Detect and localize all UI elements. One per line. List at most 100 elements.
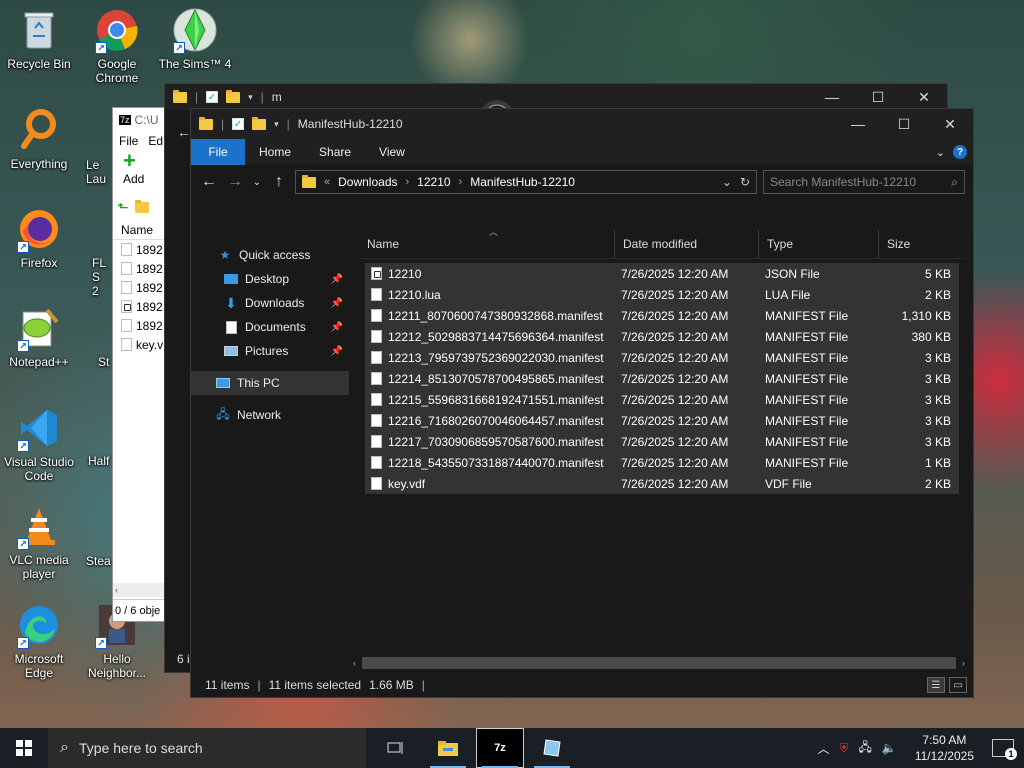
sevenzip-hscrollbar[interactable]: ‹ <box>113 583 165 597</box>
sevenzip-column-name[interactable]: Name <box>113 220 165 240</box>
table-row[interactable]: 12216_7168026070046064457.manifest 7/26/… <box>365 410 959 431</box>
refresh-icon[interactable]: ↻ <box>740 175 750 189</box>
table-row[interactable]: 12210.lua 7/26/2025 12:20 AM LUA File 2 … <box>365 284 959 305</box>
sevenzip-menu-file[interactable]: File <box>119 134 138 148</box>
forward-button[interactable]: → <box>225 173 245 191</box>
column-date-modified[interactable]: Date modified <box>615 229 759 258</box>
breadcrumb-separator-icon[interactable]: › <box>406 176 410 188</box>
help-icon[interactable]: ? <box>953 145 967 159</box>
address-dropdown-icon[interactable]: ⌄ <box>722 175 732 189</box>
up-folder-icon[interactable]: ⬑ <box>117 199 129 216</box>
new-folder-icon[interactable] <box>252 116 267 130</box>
nav-network[interactable]: 🖧 Network <box>191 403 349 427</box>
breadcrumb-current[interactable]: ManifestHub-12210 <box>470 175 575 189</box>
clock[interactable]: 7:50 AM 11/12/2025 <box>915 732 974 764</box>
scroll-left-icon[interactable]: ‹ <box>353 658 356 668</box>
list-item[interactable]: 1892 <box>113 297 165 316</box>
desktop-icon-recycle-bin[interactable]: Recycle Bin <box>0 6 78 71</box>
taskbar-search[interactable]: ⌕ Type here to search <box>48 728 366 768</box>
nav-quick-access[interactable]: ★ Quick access <box>191 243 349 267</box>
desktop-icon-firefox[interactable]: ↗ Firefox <box>0 205 78 270</box>
tab-view[interactable]: View <box>365 139 419 165</box>
scroll-right-icon[interactable]: › <box>962 658 965 668</box>
list-item[interactable]: 1892 <box>113 259 165 278</box>
sevenzip-add-button[interactable]: + Add <box>113 150 165 194</box>
chevron-down-icon[interactable]: ▾ <box>274 119 279 130</box>
desktop-icon-everything[interactable]: Everything <box>0 106 78 171</box>
nav-downloads[interactable]: ⬇ Downloads 📌 <box>191 291 349 315</box>
explorer-window[interactable]: | ✓ ▾ | ManifestHub-12210 — ☐ ✕ File Hom… <box>190 108 974 698</box>
column-size[interactable]: Size <box>879 229 959 258</box>
desktop-icon-chrome[interactable]: ↗ Google Chrome <box>78 6 156 85</box>
desktop-icon-sims[interactable]: ↗ The Sims™ 4 <box>156 6 234 71</box>
desktop-icon-vscode[interactable]: ↗ Visual Studio Code <box>0 404 78 483</box>
breadcrumb-12210[interactable]: 12210 <box>417 175 450 189</box>
table-row[interactable]: 12210 7/26/2025 12:20 AM JSON File 5 KB <box>365 263 959 284</box>
tab-file[interactable]: File <box>191 139 245 165</box>
nav-pictures[interactable]: Pictures 📌 <box>191 339 349 363</box>
start-button[interactable] <box>0 728 48 768</box>
tab-home[interactable]: Home <box>245 139 305 165</box>
nav-desktop[interactable]: Desktop 📌 <box>191 267 349 291</box>
table-row[interactable]: 12212_5029883714475696364.manifest 7/26/… <box>365 326 959 347</box>
tab-share[interactable]: Share <box>305 139 365 165</box>
nav-this-pc[interactable]: This PC <box>191 371 349 395</box>
pin-icon[interactable]: 📌 <box>331 346 343 357</box>
network-status-icon[interactable]: 🖧 <box>858 738 871 759</box>
list-item[interactable]: key.v <box>113 335 165 354</box>
show-hidden-icons-icon[interactable]: ︿ <box>817 740 829 757</box>
details-view-icon[interactable]: ☰ <box>927 677 945 693</box>
minimize-button[interactable]: — <box>835 109 881 139</box>
desktop-icon-notepadpp[interactable]: ↗ Notepad++ <box>0 304 78 369</box>
pin-icon[interactable]: 📌 <box>331 322 343 333</box>
column-name[interactable]: Name <box>359 229 615 258</box>
recent-locations-icon[interactable]: ⌄ <box>251 177 263 188</box>
sevenzip-menu-edit[interactable]: Ed <box>148 134 163 148</box>
column-type[interactable]: Type <box>759 229 879 258</box>
table-row[interactable]: key.vdf 7/26/2025 12:20 AM VDF File 2 KB <box>365 473 959 494</box>
sevenzip-window[interactable]: 7z C:\U File Ed + Add ⬑ Name 1892 1892 1… <box>112 107 166 622</box>
table-row[interactable]: 12215_5596831668192471551.manifest 7/26/… <box>365 389 959 410</box>
list-item[interactable]: 1892 <box>113 278 165 297</box>
up-button[interactable]: ↑ <box>269 173 289 191</box>
desktop-icon-partial-le[interactable]: Le Lau <box>86 158 114 186</box>
table-row[interactable]: 12213_7959739752369022030.manifest 7/26/… <box>365 347 959 368</box>
notification-center-icon[interactable]: 1 <box>992 739 1017 760</box>
volume-icon[interactable]: 🔈 <box>882 741 897 755</box>
chevron-down-icon[interactable]: ▾ <box>248 92 253 103</box>
back-button[interactable]: ← <box>199 173 219 191</box>
desktop-icon-partial-fl[interactable]: FL S 2 <box>92 256 114 298</box>
maximize-button[interactable]: ☐ <box>881 109 927 139</box>
nav-documents[interactable]: Documents 📌 <box>191 315 349 339</box>
desktop-icon-edge[interactable]: ↗ Microsoft Edge <box>0 601 78 680</box>
horizontal-scrollbar[interactable]: ‹ › <box>353 655 965 671</box>
file-explorer-taskbar-icon[interactable] <box>424 728 472 768</box>
close-button[interactable]: ✕ <box>927 109 973 139</box>
table-row[interactable]: 12217_7030906859570587600.manifest 7/26/… <box>365 431 959 452</box>
table-row[interactable]: 12214_8513070578700495865.manifest 7/26/… <box>365 368 959 389</box>
pin-icon[interactable]: 📌 <box>331 274 343 285</box>
breadcrumb-separator-icon[interactable]: › <box>459 176 463 188</box>
properties-icon[interactable]: ✓ <box>206 91 219 103</box>
list-item[interactable]: 1892 <box>113 316 165 335</box>
properties-icon[interactable]: ✓ <box>232 118 245 130</box>
desktop-icon-partial-half[interactable]: Half <box>88 454 114 468</box>
task-view-icon[interactable] <box>372 728 420 768</box>
table-row[interactable]: 12218_5435507331887440070.manifest 7/26/… <box>365 452 959 473</box>
address-bar[interactable]: « Downloads › 12210 › ManifestHub-12210 … <box>295 170 757 194</box>
search-box[interactable]: ⌕ <box>763 170 965 194</box>
table-row[interactable]: 12211_8070600747380932868.manifest 7/26/… <box>365 305 959 326</box>
desktop-icon-vlc[interactable]: ↗ VLC media player <box>0 502 78 581</box>
overflow-chevron-icon[interactable]: « <box>324 176 330 188</box>
security-warning-icon[interactable]: ⛨ <box>839 741 848 756</box>
search-icon[interactable]: ⌕ <box>951 175 958 190</box>
back-nav-icon[interactable]: ← <box>177 124 191 140</box>
new-folder-icon[interactable] <box>226 89 241 103</box>
desktop-icon-partial-steam[interactable]: Stea <box>86 554 114 568</box>
large-icons-view-icon[interactable]: ▭ <box>949 677 967 693</box>
sevenzip-taskbar-icon[interactable]: 7z <box>476 728 524 768</box>
scrollbar-thumb[interactable] <box>362 657 956 669</box>
list-item[interactable]: 1892 <box>113 240 165 259</box>
search-input[interactable] <box>770 175 952 189</box>
pin-icon[interactable]: 📌 <box>331 298 343 309</box>
